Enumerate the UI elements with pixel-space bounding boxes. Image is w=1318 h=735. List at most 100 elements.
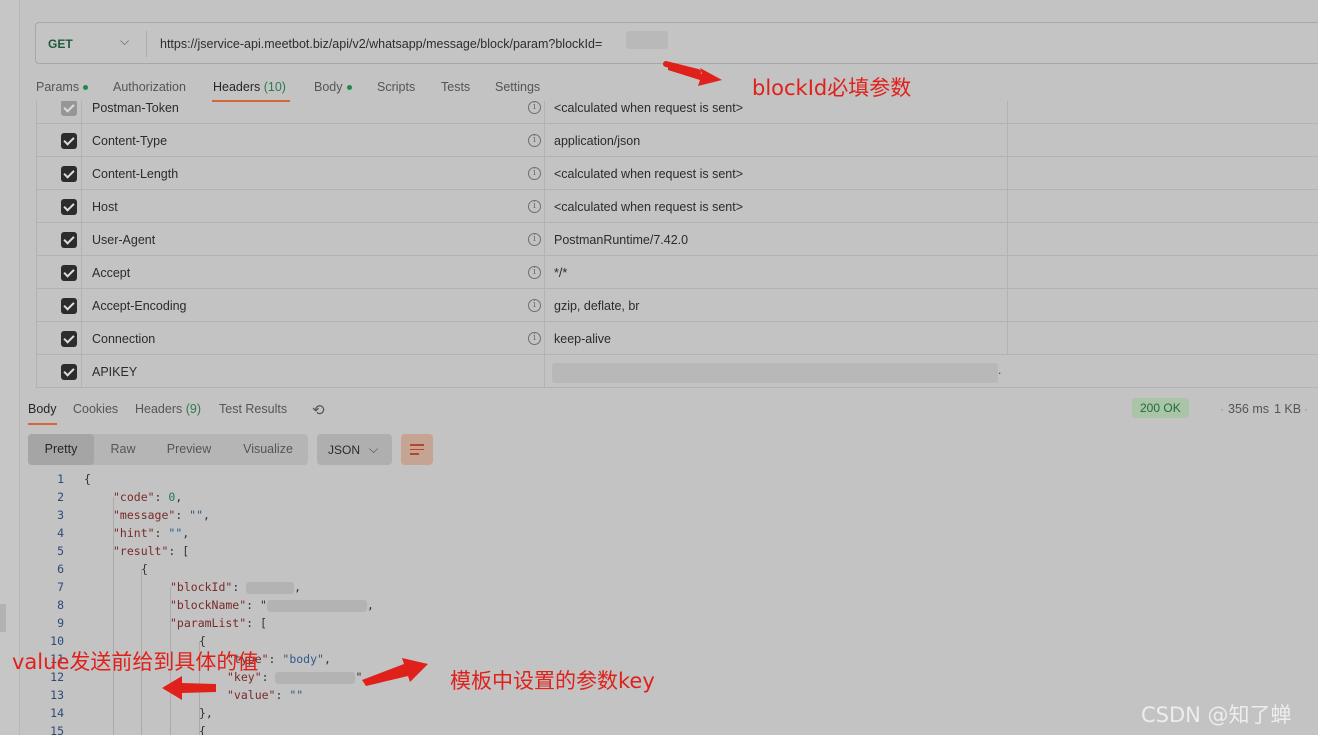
view-visualize[interactable]: Visualize [232,434,304,465]
url-input[interactable]: https://jservice-api.meetbot.biz/api/v2/… [160,37,602,51]
chevron-down-icon[interactable]: ⌵ [120,34,129,49]
header-checkbox[interactable] [61,364,77,380]
sidebar-handle[interactable] [0,604,6,632]
info-icon[interactable]: i [528,134,541,147]
info-icon[interactable]: i [528,200,541,213]
column-divider [544,223,545,256]
header-value[interactable]: PostmanRuntime/7.42.0 [554,233,688,247]
header-checkbox[interactable] [61,232,77,248]
column-divider [544,101,545,124]
column-divider [81,157,82,190]
header-value[interactable]: <calculated when request is sent> [554,200,743,214]
tab-settings[interactable]: Settings [495,80,540,94]
column-divider [1007,101,1008,124]
info-icon[interactable]: i [528,101,541,114]
tab-cookies[interactable]: Cookies [73,402,118,416]
header-key[interactable]: Accept [92,266,130,280]
header-checkbox[interactable] [61,101,77,116]
column-divider [81,355,82,388]
header-key[interactable]: Accept-Encoding [92,299,187,313]
tab-test-results[interactable]: Test Results [219,402,287,416]
view-mode-toggle: Pretty Raw Preview Visualize [28,434,308,465]
table-row: Accept i */* [36,256,1318,289]
header-checkbox[interactable] [61,199,77,215]
info-icon[interactable]: i [528,266,541,279]
line-number: 2 [57,490,64,504]
table-row: Content-Type i application/json [36,124,1318,157]
format-label: JSON [328,443,361,457]
table-row: Host i <calculated when request is sent> [36,190,1318,223]
code-text: "paramList": [ [170,616,267,630]
header-checkbox[interactable] [61,331,77,347]
http-method-select[interactable]: GET [48,37,73,51]
meta-separator: · [1265,402,1269,416]
header-key[interactable]: APIKEY [92,365,137,379]
header-key[interactable]: Host [92,200,118,214]
column-divider [544,157,545,190]
tab-response-body[interactable]: Body [28,402,57,416]
code-text: "code": 0, [113,490,183,504]
chevron-down-icon: ⌵ [369,442,379,456]
header-checkbox[interactable] [61,166,77,182]
tab-headers[interactable]: Headers (10) [213,80,286,94]
column-divider [1007,190,1008,223]
header-value[interactable]: gzip, deflate, br [554,299,639,313]
table-row: User-Agent i PostmanRuntime/7.42.0 [36,223,1318,256]
view-raw[interactable]: Raw [98,434,148,465]
line-number: 6 [57,562,64,576]
table-row: Content-Length i <calculated when reques… [36,157,1318,190]
tab-authorization[interactable]: Authorization [113,80,186,94]
table-row: Accept-Encoding i gzip, deflate, br [36,289,1318,322]
tab-params[interactable]: Params [36,80,89,94]
view-preview[interactable]: Preview [156,434,222,465]
history-icon[interactable]: ⟲ [312,401,325,419]
blurred-value [275,671,356,684]
tab-tests[interactable]: Tests [441,80,470,94]
header-value[interactable]: <calculated when request is sent> [554,167,743,181]
info-icon[interactable]: i [528,167,541,180]
table-row: APIKEY . [36,355,1318,388]
view-pretty[interactable]: Pretty [28,434,94,465]
header-key[interactable]: User-Agent [92,233,155,247]
column-divider [81,289,82,322]
column-divider [1007,124,1008,157]
header-key[interactable]: Postman-Token [92,101,179,115]
format-select[interactable]: JSON ⌵ [317,434,392,465]
header-checkbox[interactable] [61,265,77,281]
tab-scripts[interactable]: Scripts [377,80,415,94]
blurred-value [246,581,295,594]
status-badge[interactable]: 200 OK [1132,398,1189,418]
annotation-arrow-blockid [663,61,722,86]
header-key[interactable]: Content-Type [92,134,167,148]
table-row: Postman-Token i <calculated when request… [36,101,1318,124]
code-text: "value": "" [227,688,304,702]
header-value[interactable]: . [998,363,1001,377]
wrap-lines-button[interactable] [401,434,433,465]
tab-response-headers[interactable]: Headers (9) [135,402,201,416]
table-row: Connection i keep-alive [36,322,1318,355]
response-tabs: Body Cookies Headers (9) Test Results ⟲ … [28,398,1318,426]
header-value[interactable]: application/json [554,134,640,148]
blurred-value [266,599,367,612]
column-divider [544,355,545,388]
code-text: }, [199,706,213,720]
line-number: 13 [50,688,64,702]
info-icon[interactable]: i [528,299,541,312]
header-checkbox[interactable] [61,298,77,314]
column-divider [81,223,82,256]
active-tab-indicator [28,423,57,425]
response-time[interactable]: 356 ms [1228,402,1269,416]
header-value[interactable]: keep-alive [554,332,611,346]
header-key[interactable]: Content-Length [92,167,178,181]
annotation-value: value发送前给到具体的值 [12,650,259,674]
annotation-param-key: 模板中设置的参数key [450,669,655,693]
response-size[interactable]: 1 KB [1274,402,1301,416]
header-key[interactable]: Connection [92,332,155,346]
header-value[interactable]: */* [554,266,567,280]
url-divider [146,31,147,57]
header-value[interactable]: <calculated when request is sent> [554,101,743,115]
tab-body[interactable]: Body [314,80,352,94]
info-icon[interactable]: i [528,332,541,345]
info-icon[interactable]: i [528,233,541,246]
header-checkbox[interactable] [61,133,77,149]
